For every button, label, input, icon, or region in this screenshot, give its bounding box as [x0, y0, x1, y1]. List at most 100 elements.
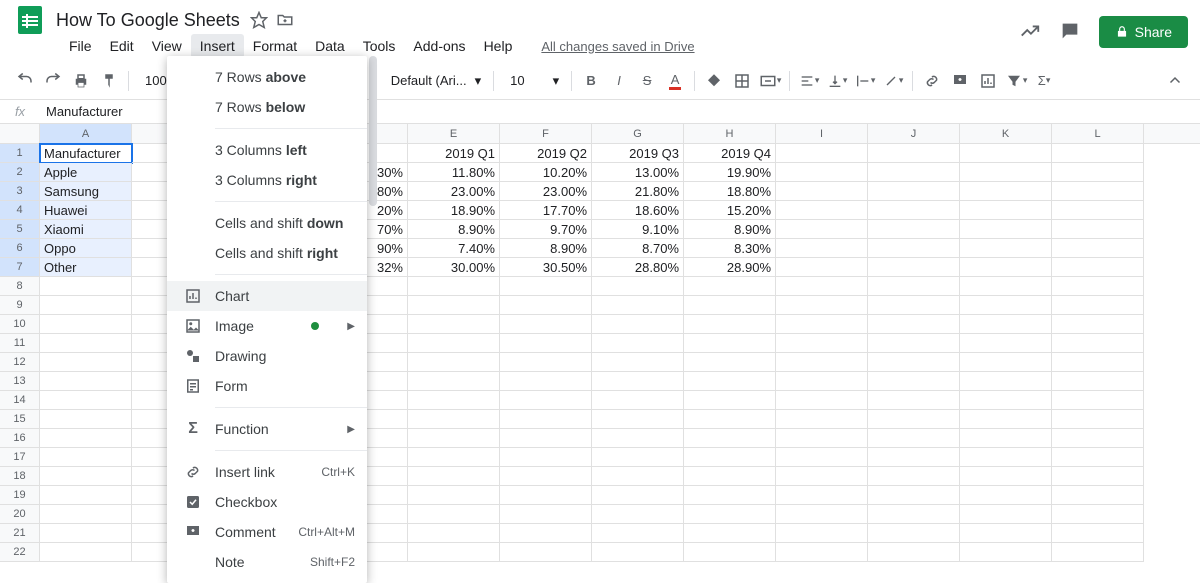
- cell[interactable]: [40, 372, 132, 391]
- cell[interactable]: [1052, 163, 1144, 182]
- cell[interactable]: 18.80%: [684, 182, 776, 201]
- cell[interactable]: [868, 296, 960, 315]
- cell[interactable]: [1052, 201, 1144, 220]
- cell[interactable]: [408, 296, 500, 315]
- cell[interactable]: [684, 429, 776, 448]
- row-header[interactable]: 4: [0, 201, 40, 220]
- cell[interactable]: [408, 486, 500, 505]
- cell[interactable]: [776, 144, 868, 163]
- menu-item-checkbox[interactable]: Checkbox: [167, 487, 367, 517]
- cell[interactable]: 18.60%: [592, 201, 684, 220]
- cell[interactable]: [1052, 467, 1144, 486]
- cell[interactable]: [776, 486, 868, 505]
- cell[interactable]: [868, 144, 960, 163]
- cell[interactable]: [776, 315, 868, 334]
- cell[interactable]: 23.00%: [500, 182, 592, 201]
- cell[interactable]: 30.50%: [500, 258, 592, 277]
- menu-item-image[interactable]: Image▶: [167, 311, 367, 341]
- menu-format[interactable]: Format: [244, 34, 306, 58]
- menu-item-right[interactable]: 3 Columns right: [167, 165, 367, 195]
- cell[interactable]: [960, 410, 1052, 429]
- cell[interactable]: 11.80%: [408, 163, 500, 182]
- cell[interactable]: [408, 524, 500, 543]
- col-header[interactable]: A: [40, 124, 132, 143]
- cell[interactable]: [776, 296, 868, 315]
- cell[interactable]: [500, 448, 592, 467]
- cell[interactable]: [960, 429, 1052, 448]
- cell[interactable]: [592, 448, 684, 467]
- cell[interactable]: 2019 Q1: [408, 144, 500, 163]
- menu-item-comment[interactable]: CommentCtrl+Alt+M: [167, 517, 367, 547]
- cell[interactable]: [960, 296, 1052, 315]
- menu-item-form[interactable]: Form: [167, 371, 367, 401]
- menu-item-above[interactable]: 7 Rows above: [167, 62, 367, 92]
- cell[interactable]: [592, 353, 684, 372]
- cell[interactable]: [960, 543, 1052, 562]
- cell[interactable]: [776, 543, 868, 562]
- cell[interactable]: [1052, 448, 1144, 467]
- menu-add-ons[interactable]: Add-ons: [404, 34, 474, 58]
- cell[interactable]: [960, 201, 1052, 220]
- cell[interactable]: [1052, 258, 1144, 277]
- cell[interactable]: [40, 429, 132, 448]
- cell[interactable]: [960, 277, 1052, 296]
- row-header[interactable]: 7: [0, 258, 40, 277]
- star-icon[interactable]: [250, 11, 268, 29]
- cell[interactable]: [592, 296, 684, 315]
- cell[interactable]: [592, 410, 684, 429]
- cell[interactable]: 10.20%: [500, 163, 592, 182]
- cell[interactable]: [500, 467, 592, 486]
- insert-link-button[interactable]: [919, 68, 945, 94]
- cell[interactable]: Oppo: [40, 239, 132, 258]
- col-header[interactable]: J: [868, 124, 960, 143]
- cell[interactable]: 2019 Q4: [684, 144, 776, 163]
- cell[interactable]: [592, 315, 684, 334]
- cell[interactable]: [1052, 543, 1144, 562]
- cell[interactable]: [40, 296, 132, 315]
- menu-item-function[interactable]: ΣFunction▶: [167, 414, 367, 444]
- cell[interactable]: [776, 277, 868, 296]
- cell[interactable]: [868, 410, 960, 429]
- cell[interactable]: [500, 296, 592, 315]
- h-align-button[interactable]: ▾: [796, 68, 822, 94]
- fill-color-button[interactable]: [701, 68, 727, 94]
- menu-item-drawing[interactable]: Drawing: [167, 341, 367, 371]
- cell[interactable]: [1052, 524, 1144, 543]
- cell[interactable]: [500, 543, 592, 562]
- cell[interactable]: [1052, 296, 1144, 315]
- cell[interactable]: 23.00%: [408, 182, 500, 201]
- cell[interactable]: [684, 391, 776, 410]
- col-header[interactable]: H: [684, 124, 776, 143]
- cell[interactable]: [868, 163, 960, 182]
- menu-tools[interactable]: Tools: [354, 34, 405, 58]
- col-header[interactable]: G: [592, 124, 684, 143]
- cell[interactable]: [776, 448, 868, 467]
- row-header[interactable]: 19: [0, 486, 40, 505]
- cell[interactable]: [40, 505, 132, 524]
- cell[interactable]: [1052, 220, 1144, 239]
- menu-help[interactable]: Help: [475, 34, 522, 58]
- menu-item-note[interactable]: NoteShift+F2: [167, 547, 367, 577]
- cell[interactable]: [868, 201, 960, 220]
- cell[interactable]: [1052, 239, 1144, 258]
- move-to-folder-icon[interactable]: [276, 11, 294, 29]
- cell[interactable]: [868, 486, 960, 505]
- menu-item-down[interactable]: Cells and shift down: [167, 208, 367, 238]
- row-header[interactable]: 15: [0, 410, 40, 429]
- cell[interactable]: [408, 505, 500, 524]
- row-header[interactable]: 5: [0, 220, 40, 239]
- cell[interactable]: 2019 Q3: [592, 144, 684, 163]
- cell[interactable]: 8.30%: [684, 239, 776, 258]
- cell[interactable]: [40, 277, 132, 296]
- row-header[interactable]: 17: [0, 448, 40, 467]
- cell[interactable]: 9.70%: [500, 220, 592, 239]
- cell[interactable]: 9.10%: [592, 220, 684, 239]
- col-header[interactable]: F: [500, 124, 592, 143]
- cell[interactable]: 28.80%: [592, 258, 684, 277]
- cell[interactable]: [776, 334, 868, 353]
- cell[interactable]: [40, 353, 132, 372]
- cell[interactable]: [684, 505, 776, 524]
- cell[interactable]: [40, 486, 132, 505]
- cell[interactable]: Other: [40, 258, 132, 277]
- cell[interactable]: [776, 391, 868, 410]
